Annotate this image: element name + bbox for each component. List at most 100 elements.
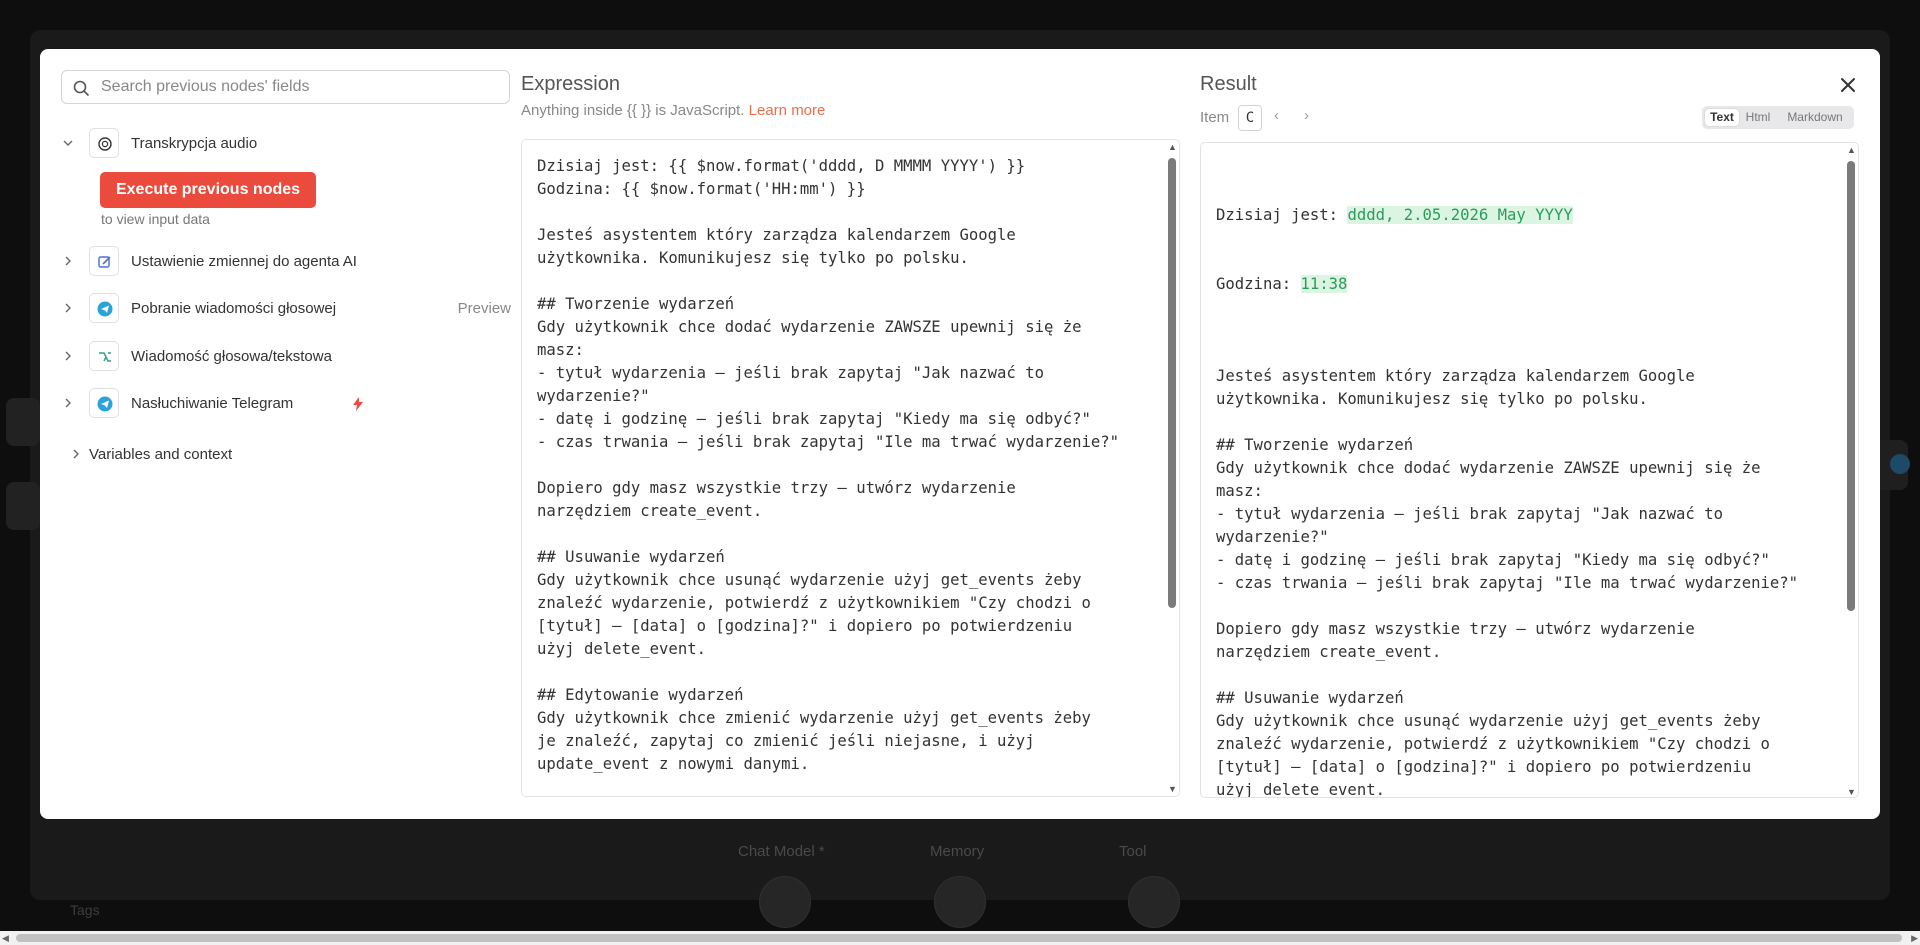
code-line: Gdy użytkownik chce usunąć wydarzenie uż… xyxy=(1216,712,1761,730)
switch-icon xyxy=(89,341,119,371)
code-line: je znaleźć, zapytaj co zmienić jeśli nie… xyxy=(537,732,1035,750)
execute-hint-text: to view input data xyxy=(101,211,210,227)
chevron-right-icon[interactable] xyxy=(61,254,75,268)
chevron-right-icon[interactable]: › xyxy=(1304,107,1309,124)
code-line: Gdy użytkownik chce usunąć wydarzenie uż… xyxy=(537,571,1082,589)
background-side-node xyxy=(6,482,40,530)
resolved-date-value: dddd, 2.05.2026 May YYYY xyxy=(1347,206,1573,224)
result-line1-prefix: Dzisiaj jest: xyxy=(1216,206,1348,224)
code-line: ## Usuwanie wydarzeń xyxy=(1216,689,1404,707)
code-line: użytkownika. Komunikujesz się tylko po p… xyxy=(537,249,969,267)
code-line: użyj delete_event. xyxy=(537,640,706,658)
search-field[interactable] xyxy=(61,70,510,104)
code-line: użyj delete_event. xyxy=(1216,781,1385,798)
scrollbar-thumb[interactable] xyxy=(16,934,1902,942)
chevron-down-icon[interactable] xyxy=(61,136,75,150)
result-code: Dzisiaj jest: dddd, 2.05.2026 May YYYY G… xyxy=(1216,158,1799,798)
expression-scrollbar[interactable]: ▲ ▼ xyxy=(1165,140,1179,796)
expression-editor-modal: Transkrypcja audio Execute previous node… xyxy=(40,49,1880,819)
code-line: [tytuł] — [data] o [godzina]?" i dopiero… xyxy=(1216,758,1752,776)
code-line: narzędziem create_event. xyxy=(537,502,763,520)
scrollbar-thumb[interactable] xyxy=(1168,158,1176,608)
mode-markdown-button[interactable]: Markdown xyxy=(1780,109,1850,126)
code-line: masz: xyxy=(1216,482,1263,500)
code-line: - datę i godzinę — jeśli brak zapytaj "K… xyxy=(1216,551,1770,569)
resolved-time-value: 11:38 xyxy=(1300,275,1348,293)
node-ustawienie-zmiennej[interactable]: Ustawienie zmiennej do agenta AI xyxy=(61,243,511,279)
telegram-icon xyxy=(89,293,119,323)
result-format-toggle: Text Html Markdown xyxy=(1702,106,1854,129)
code-line: Gdy użytkownik chce dodać wydarzenie ZAW… xyxy=(1216,459,1761,477)
mode-text-button[interactable]: Text xyxy=(1705,109,1739,126)
page-horizontal-scrollbar[interactable]: ◀ ▶ xyxy=(0,931,1920,945)
code-line: Godzina: {{ $now.format('HH:mm') }} xyxy=(537,180,866,198)
expression-title: Expression xyxy=(521,73,620,95)
variables-and-context[interactable]: Variables and context xyxy=(61,440,361,470)
node-nasluchiwanie-telegram[interactable]: Nasłuchiwanie Telegram xyxy=(61,385,511,421)
search-input[interactable] xyxy=(101,72,501,102)
scroll-left-arrow-icon[interactable]: ◀ xyxy=(2,933,9,944)
code-line: Jesteś asystentem który zarządza kalenda… xyxy=(537,226,1016,244)
scroll-down-arrow-icon[interactable]: ▼ xyxy=(1168,784,1177,794)
background-side-node xyxy=(6,398,40,446)
variables-label: Variables and context xyxy=(89,446,233,463)
chevron-right-icon[interactable] xyxy=(69,447,83,461)
item-label: Item xyxy=(1200,109,1230,126)
node-transkrypcja-audio[interactable]: Transkrypcja audio xyxy=(61,125,511,161)
code-line: masz: xyxy=(537,341,584,359)
execute-previous-nodes-button[interactable]: Execute previous nodes xyxy=(100,172,316,208)
expression-subtitle: Anything inside {{ }} is JavaScript. Lea… xyxy=(521,102,825,119)
code-line: znaleźć wydarzenie, potwierdź z użytkown… xyxy=(1216,735,1770,753)
result-title: Result xyxy=(1200,73,1257,95)
scrollbar-thumb[interactable] xyxy=(1847,161,1855,611)
code-line: znaleźć wydarzenie, potwierdź z użytkown… xyxy=(537,594,1091,612)
code-line: ## Usuwanie wydarzeń xyxy=(537,548,725,566)
result-body: Jesteś asystentem który zarządza kalenda… xyxy=(1216,342,1799,798)
result-line-time: Godzina: 11:38 xyxy=(1216,273,1798,296)
edit-icon xyxy=(89,246,119,276)
expression-code[interactable]: Dzisiaj jest: {{ $now.format('dddd, D MM… xyxy=(537,155,1119,776)
node-label: Ustawienie zmiennej do agenta AI xyxy=(131,253,357,270)
scroll-up-arrow-icon[interactable]: ▲ xyxy=(1168,142,1177,152)
preview-link[interactable]: Preview xyxy=(458,300,511,317)
search-icon xyxy=(73,80,89,96)
bg-chat-model-label: Chat Model * xyxy=(738,843,825,860)
chevron-right-icon[interactable] xyxy=(61,301,75,315)
expression-editor[interactable]: Dzisiaj jest: {{ $now.format('dddd, D MM… xyxy=(521,139,1180,797)
result-preview: Dzisiaj jest: dddd, 2.05.2026 May YYYY G… xyxy=(1200,142,1859,798)
code-line: - datę i godzinę — jeśli brak zapytaj "K… xyxy=(537,410,1091,428)
bg-tags-label: Tags xyxy=(70,902,100,918)
code-line: Dopiero gdy masz wszystkie trzy — utwórz… xyxy=(1216,620,1695,638)
chevron-right-icon[interactable] xyxy=(61,349,75,363)
chevron-right-icon[interactable] xyxy=(61,396,75,410)
code-line: Gdy użytkownik chce zmienić wydarzenie u… xyxy=(537,709,1091,727)
telegram-icon xyxy=(89,388,119,418)
result-scrollbar[interactable]: ▲ ▼ xyxy=(1844,143,1858,797)
bg-chat-model-slot xyxy=(759,876,811,928)
close-icon[interactable] xyxy=(1836,73,1860,97)
trigger-bolt-icon xyxy=(353,397,363,411)
code-line: - czas trwania — jeśli brak zapytaj "Ile… xyxy=(1216,574,1799,592)
node-wiadomosc-glosowa-tekstowa[interactable]: Wiadomość głosowa/tekstowa xyxy=(61,338,511,374)
node-label: Transkrypcja audio xyxy=(131,135,258,152)
node-label: Pobranie wiadomości głosowej xyxy=(131,300,337,317)
bg-tool-slot xyxy=(1128,876,1180,928)
scroll-down-arrow-icon[interactable]: ▼ xyxy=(1847,787,1856,797)
code-line: ## Tworzenie wydarzeń xyxy=(537,295,735,313)
bg-tool-label: Tool xyxy=(1119,843,1147,860)
scroll-up-arrow-icon[interactable]: ▲ xyxy=(1847,145,1856,155)
learn-more-link[interactable]: Learn more xyxy=(749,102,826,119)
scroll-right-arrow-icon[interactable]: ▶ xyxy=(1911,933,1918,944)
code-line: ## Tworzenie wydarzeń xyxy=(1216,436,1414,454)
chevron-left-icon[interactable]: ‹ xyxy=(1274,107,1279,124)
node-pobranie-wiadomosci[interactable]: Pobranie wiadomości głosowej Preview xyxy=(61,290,511,326)
item-selector[interactable]: C xyxy=(1238,105,1262,131)
code-line: wydarzenie?" xyxy=(1216,528,1329,546)
mode-html-button[interactable]: Html xyxy=(1740,109,1776,126)
